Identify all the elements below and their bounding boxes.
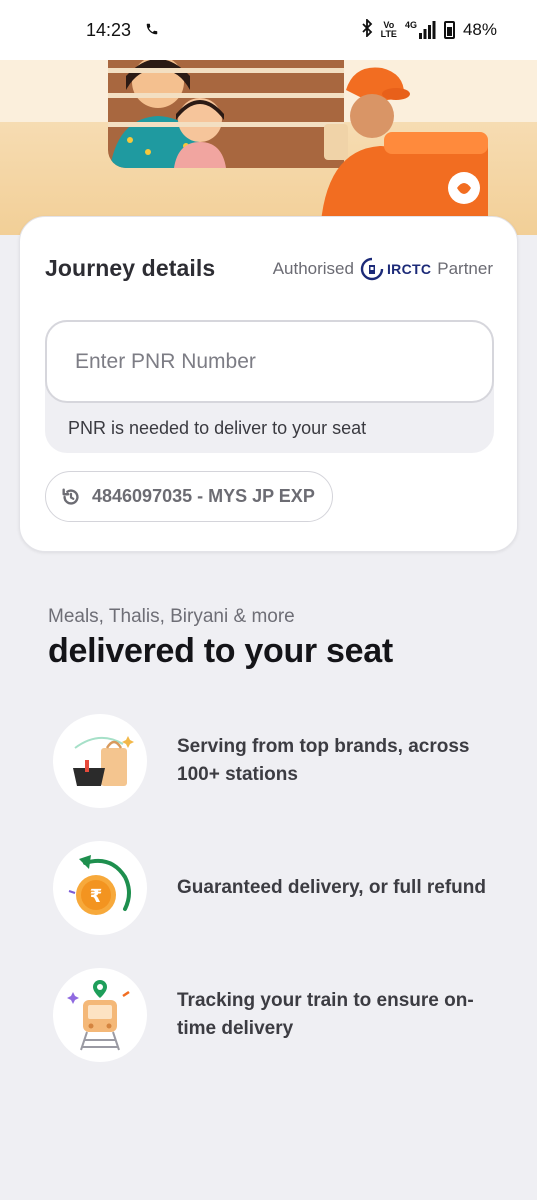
hero-banner bbox=[0, 60, 537, 235]
signal-icon: 4G bbox=[405, 21, 436, 39]
status-right: Vo LTE 4G 48% bbox=[361, 17, 497, 42]
irctc-emblem-icon bbox=[360, 257, 384, 280]
status-bar: 14:23 Vo LTE 4G 48% bbox=[0, 0, 537, 60]
window-slat bbox=[108, 68, 344, 73]
refund-rupee-icon: ₹ bbox=[53, 841, 147, 935]
pnr-hint-text: PNR is needed to deliver to your seat bbox=[68, 418, 367, 438]
signal-label: 4G bbox=[404, 20, 417, 30]
partner-label: Partner bbox=[437, 258, 493, 278]
feature-text-refund: Guaranteed delivery, or full refund bbox=[177, 877, 486, 898]
recent-pnr-text: 4846097035 - MYS JP EXP bbox=[92, 486, 315, 506]
feature-text-brands: Serving from top brands, across 100+ sta… bbox=[177, 736, 470, 785]
pnr-field-group: PNR is needed to deliver to your seat bbox=[45, 320, 494, 453]
irctc-brand-text: IRCTC bbox=[386, 260, 432, 277]
volte-bottom: LTE bbox=[380, 29, 397, 39]
feature-item-tracking: Tracking your train to ensure on-time de… bbox=[53, 968, 493, 1062]
journey-details-card: Journey details Authorised IRCTC Partner… bbox=[19, 216, 518, 552]
window-slat bbox=[108, 93, 344, 98]
history-icon bbox=[62, 487, 79, 505]
feature-item-refund: ₹ Guaranteed delivery, or full refund bbox=[53, 841, 493, 935]
feature-text-tracking: Tracking your train to ensure on-time de… bbox=[177, 990, 474, 1039]
train-tracking-icon bbox=[53, 968, 147, 1062]
battery-icon bbox=[443, 21, 455, 39]
status-left: 14:23 bbox=[86, 20, 159, 41]
card-header: Journey details Authorised IRCTC Partner bbox=[45, 255, 493, 282]
promo-subheading: Meals, Thalis, Biryani & more bbox=[48, 606, 295, 627]
irctc-partner-badge: Authorised IRCTC Partner bbox=[273, 257, 493, 281]
recent-pnr-chip[interactable]: 4846097035 - MYS JP EXP bbox=[45, 471, 333, 522]
volte-indicator: Vo LTE bbox=[381, 21, 397, 39]
journey-details-title: Journey details bbox=[45, 255, 216, 281]
pnr-input[interactable] bbox=[45, 320, 494, 403]
svg-text:₹: ₹ bbox=[90, 886, 103, 907]
food-bag-icon bbox=[53, 714, 147, 808]
train-window-illustration bbox=[108, 60, 344, 168]
irctc-logo: IRCTC bbox=[360, 257, 431, 281]
battery-percent: 48% bbox=[462, 20, 497, 39]
bluetooth-icon bbox=[361, 17, 373, 42]
promo-headline: delivered to your seat bbox=[48, 632, 393, 670]
phone-call-icon bbox=[145, 20, 159, 41]
delivery-agent-illustration bbox=[320, 67, 488, 235]
authorised-label: Authorised bbox=[272, 258, 354, 278]
status-time: 14:23 bbox=[86, 19, 132, 40]
feature-item-brands: Serving from top brands, across 100+ sta… bbox=[53, 714, 493, 808]
window-slat bbox=[108, 122, 344, 127]
